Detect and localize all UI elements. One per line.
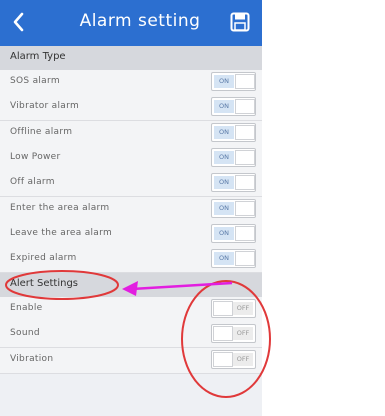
section-alarm-type: Alarm Type [0, 46, 262, 70]
toggle-knob [213, 326, 233, 342]
toggle-state-label: ON [214, 176, 234, 190]
toggle-knob [235, 200, 255, 216]
chevron-left-icon[interactable] [8, 9, 30, 35]
toggle-switch[interactable]: ON [211, 198, 256, 218]
toggle-state-label: ON [214, 252, 234, 266]
toggle-switch[interactable]: ON [211, 249, 256, 269]
setting-row: Low Power ON [0, 145, 262, 172]
setting-label: Enable [10, 303, 43, 313]
section-title: Alert Settings [10, 278, 78, 289]
setting-label: Offline alarm [10, 126, 73, 137]
toggle-knob [213, 351, 233, 367]
toggle-switch[interactable]: ON [211, 97, 256, 117]
setting-label: Vibrator alarm [10, 101, 80, 112]
phone-screen: Alarm setting Alarm Type SOS alarm ON Vibr… [0, 0, 262, 416]
save-icon[interactable] [230, 12, 250, 32]
toggle-state-label: OFF [233, 327, 253, 341]
setting-label: Leave the area alarm [10, 227, 113, 238]
setting-label: Sound [10, 328, 40, 339]
setting-row: Off alarm ON [0, 171, 262, 198]
setting-row: Leave the area alarm ON [0, 221, 262, 248]
app-header: Alarm setting [0, 0, 262, 46]
toggle-switch[interactable]: OFF [211, 299, 256, 318]
setting-row: Expired alarm ON [0, 247, 262, 274]
toggle-state-label: ON [214, 100, 234, 114]
toggle-knob [235, 225, 255, 241]
toggle-state-label: ON [214, 125, 234, 139]
setting-label: SOS alarm [10, 76, 60, 86]
setting-label: Vibration [10, 353, 54, 364]
toggle-switch[interactable]: ON [211, 72, 256, 91]
toggle-state-label: OFF [233, 352, 253, 366]
toggle-knob [235, 99, 255, 115]
setting-row: Sound OFF [0, 322, 262, 349]
setting-label: Low Power [10, 151, 61, 162]
toggle-switch[interactable]: OFF [211, 324, 256, 344]
toggle-state-label: ON [214, 150, 234, 164]
toggle-state-label: ON [214, 75, 234, 88]
toggle-knob [235, 149, 255, 165]
toggle-state-label: ON [214, 201, 234, 215]
toggle-switch[interactable]: ON [211, 173, 256, 193]
toggle-knob [235, 74, 255, 89]
toggle-state-label: ON [214, 226, 234, 240]
toggle-switch[interactable]: ON [211, 223, 256, 243]
toggle-switch[interactable]: ON [211, 122, 256, 142]
toggle-knob [235, 251, 255, 267]
setting-row: SOS alarm ON [0, 70, 262, 96]
setting-label: Off alarm [10, 177, 55, 188]
toggle-knob [235, 124, 255, 140]
section-title: Alarm Type [10, 51, 66, 62]
toggle-knob [213, 301, 233, 316]
toggle-state-label: OFF [233, 302, 253, 315]
setting-row: Vibration OFF [0, 347, 262, 374]
setting-label: Enter the area alarm [10, 202, 110, 213]
section-alert-settings: Alert Settings [0, 273, 262, 297]
setting-row: Enable OFF [0, 297, 262, 323]
toggle-switch[interactable]: ON [211, 147, 256, 167]
setting-label: Expired alarm [10, 253, 77, 264]
toggle-switch[interactable]: OFF [211, 349, 256, 369]
setting-row: Vibrator alarm ON [0, 95, 262, 122]
setting-row: Enter the area alarm ON [0, 196, 262, 223]
page-title: Alarm setting [79, 11, 201, 31]
setting-row: Offline alarm ON [0, 120, 262, 147]
toggle-knob [235, 175, 255, 191]
